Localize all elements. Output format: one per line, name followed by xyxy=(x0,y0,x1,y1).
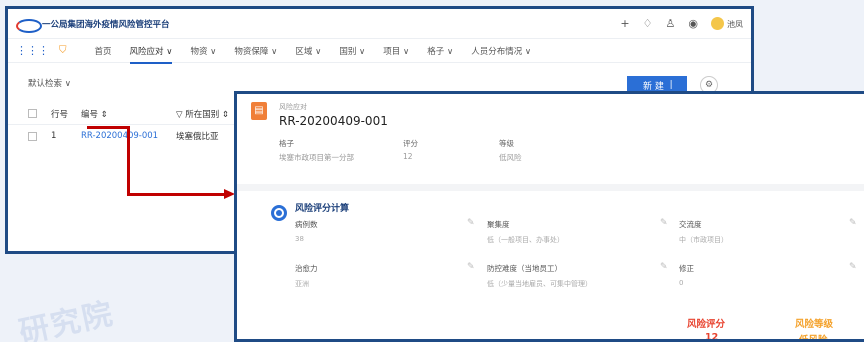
connector-line xyxy=(87,126,130,129)
field-value-prevention: 低（少量当地雇员、可集中管理） xyxy=(487,280,592,288)
apps-grid-icon[interactable]: ⋮⋮⋮ xyxy=(16,44,49,57)
app-title: 一公局集团海外疫情风险管控平台 xyxy=(42,19,170,30)
detail-window: ▤ 风险应对 RR-20200409-001 格子 埃塞市政项目第一分部 评分 … xyxy=(234,91,864,342)
row-checkbox[interactable] xyxy=(28,131,37,141)
company-logo-icon xyxy=(16,17,42,33)
meta-value-level: 低风险 xyxy=(499,153,522,162)
field-value-exchange: 中（市政项目） xyxy=(679,236,728,244)
column-header-code[interactable]: 编号 ⇕ xyxy=(81,108,176,120)
nav-item-home[interactable]: 首页 xyxy=(95,45,112,57)
field-label-cluster: 聚集度 xyxy=(487,220,510,229)
globe-icon[interactable]: ◉ xyxy=(688,17,698,30)
column-header-no: 行号 xyxy=(51,109,69,120)
meta-label-level: 等级 xyxy=(499,139,514,148)
select-all-checkbox[interactable] xyxy=(28,109,37,118)
field-label-cases: 病例数 xyxy=(295,220,318,229)
plus-icon[interactable]: + xyxy=(620,17,629,30)
edit-pencil-icon[interactable]: ✎ xyxy=(467,262,475,272)
field-value-cure: 亚洲 xyxy=(295,280,309,288)
field-label-prevention: 防控难度（当地员工） xyxy=(487,264,562,273)
nav-item-risk-response[interactable]: 风险应对 ∨ xyxy=(129,45,172,64)
nav-item-material-supply[interactable]: 物资保障 ∨ xyxy=(234,45,277,57)
field-label-cure: 治愈力 xyxy=(295,264,318,273)
meta-label-grid: 格子 xyxy=(279,139,294,148)
risk-score-section: 风险评分计算 病例数 38 ✎ 聚集度 低（一般项目、办事处） ✎ 交流度 中（… xyxy=(237,191,864,339)
edit-pencil-icon[interactable]: ✎ xyxy=(849,262,857,272)
user-menu[interactable]: 池凤 xyxy=(711,17,743,31)
connector-line xyxy=(127,193,226,196)
edit-pencil-icon[interactable]: ✎ xyxy=(467,218,475,228)
record-header-card: ▤ 风险应对 RR-20200409-001 格子 埃塞市政项目第一分部 评分 … xyxy=(237,94,864,184)
field-value-cluster: 低（一般项目、办事处） xyxy=(487,236,564,244)
nav-item-grid[interactable]: 格子 ∨ xyxy=(427,45,453,57)
section-title: 风险评分计算 xyxy=(295,204,350,214)
watermark-text: 研究院 xyxy=(16,296,118,342)
user-icon[interactable]: ♙ xyxy=(666,17,676,30)
risk-score-label: 风险评分 xyxy=(687,319,726,330)
nav-item-staff-distribution[interactable]: 人员分布情况 ∨ xyxy=(471,45,531,57)
search-filter-dropdown[interactable]: 默认检索 ∨ xyxy=(28,77,71,89)
edit-pencil-icon[interactable]: ✎ xyxy=(660,262,668,272)
app-header: 一公局集团海外疫情风险管控平台 + ♢ ♙ ◉ 池凤 xyxy=(8,9,751,39)
main-nav: ⋮⋮⋮ ⛉ 首页 风险应对 ∨ 物资 ∨ 物资保障 ∨ 区域 ∨ 国别 ∨ 项目… xyxy=(8,39,751,64)
nav-item-country[interactable]: 国别 ∨ xyxy=(339,45,365,57)
meta-value-grid: 埃塞市政项目第一分部 xyxy=(279,153,354,162)
risk-level-label: 风险等级 xyxy=(795,319,834,330)
edit-pencil-icon[interactable]: ✎ xyxy=(849,218,857,228)
edit-pencil-icon[interactable]: ✎ xyxy=(660,218,668,228)
field-label-correction: 修正 xyxy=(679,264,694,273)
user-name: 池凤 xyxy=(727,19,743,29)
nav-item-materials[interactable]: 物资 ∨ xyxy=(190,45,216,57)
section-marker-icon xyxy=(271,205,287,221)
meta-label-score: 评分 xyxy=(403,139,418,148)
risk-score-value: 12 xyxy=(705,332,719,342)
avatar xyxy=(711,17,724,31)
field-label-exchange: 交流度 xyxy=(679,220,702,229)
bell-icon[interactable]: ♢ xyxy=(643,17,653,30)
row-no: 1 xyxy=(51,131,57,141)
shield-icon: ⛉ xyxy=(59,45,67,56)
meta-value-score: 12 xyxy=(403,152,413,161)
document-icon: ▤ xyxy=(251,102,267,120)
nav-item-project[interactable]: 项目 ∨ xyxy=(383,45,409,57)
record-id: RR-20200409-001 xyxy=(279,114,388,128)
nav-item-region[interactable]: 区域 ∨ xyxy=(295,45,321,57)
risk-level-value: 低风险 xyxy=(799,335,828,342)
connector-line xyxy=(127,126,130,196)
field-value-cases: 38 xyxy=(295,235,304,243)
field-value-correction: 0 xyxy=(679,279,684,287)
record-type-label: 风险应对 xyxy=(279,103,307,111)
